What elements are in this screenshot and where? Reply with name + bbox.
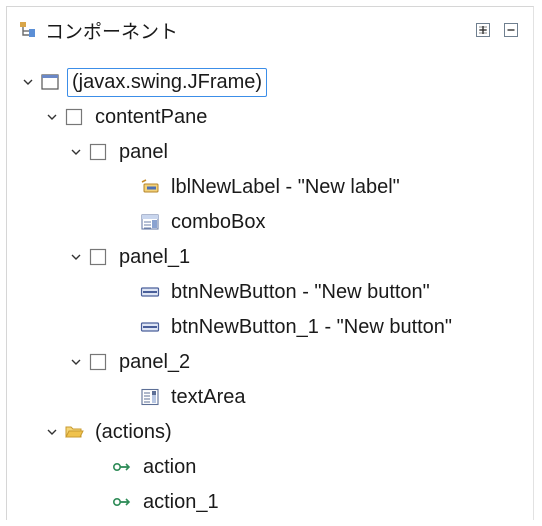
tree-node-label: action_1 — [143, 490, 219, 513]
component-tree-icon — [20, 22, 35, 37]
tree-node-label: panel_2 — [119, 350, 191, 373]
chevron-down-icon[interactable] — [41, 421, 63, 443]
chevron-down-icon[interactable] — [65, 351, 87, 373]
panel-icon — [87, 351, 109, 373]
tree-node-combobox[interactable]: comboBox — [139, 205, 270, 239]
tree-node-label: panel_1 — [119, 245, 191, 268]
tree-node-label: (javax.swing.JFrame) — [67, 67, 268, 97]
action-icon — [111, 491, 133, 513]
tree-node-textarea[interactable]: textArea — [139, 380, 249, 414]
collapse-all-icon[interactable] — [503, 22, 519, 38]
button-icon — [139, 281, 161, 303]
tree-node-panel-1[interactable]: panel_1 — [65, 240, 194, 274]
panel-icon — [63, 106, 85, 128]
chevron-down-icon[interactable] — [17, 71, 39, 93]
components-panel: コンポーネント (javax.swing.JFrame) contentPane… — [6, 6, 534, 520]
tree-node-btnnewbutton[interactable]: btnNewButton - "New button" — [139, 275, 434, 309]
tree-node-label: textArea — [171, 385, 246, 408]
tree-node-contentpane[interactable]: contentPane — [41, 100, 211, 134]
tree-node-label: btnNewButton - "New button" — [171, 280, 430, 303]
tree-node-action[interactable]: action — [111, 450, 200, 484]
tree-node-btnnewbutton-1[interactable]: btnNewButton_1 - "New button" — [139, 310, 456, 344]
tree-node-jframe[interactable]: (javax.swing.JFrame) — [17, 65, 268, 99]
tree-node-action-1[interactable]: action_1 — [111, 485, 223, 519]
panel-header: コンポーネント — [7, 7, 533, 51]
panel-icon — [87, 141, 109, 163]
panel-icon — [87, 246, 109, 268]
folder-open-icon — [63, 421, 85, 443]
tree-node-panel-2[interactable]: panel_2 — [65, 345, 194, 379]
tree-node-label: lblNewLabel - "New label" — [171, 175, 400, 198]
tree-node-label: comboBox — [171, 210, 266, 233]
tree-node-label: panel — [119, 140, 168, 163]
combobox-icon — [139, 211, 161, 233]
tree-node-label: action — [143, 455, 197, 478]
tree-node-label: contentPane — [95, 105, 208, 128]
tree-node-label: (actions) — [95, 420, 172, 443]
chevron-down-icon[interactable] — [41, 106, 63, 128]
chevron-down-icon[interactable] — [65, 141, 87, 163]
button-icon — [139, 316, 161, 338]
textarea-icon — [139, 386, 161, 408]
expand-all-icon[interactable] — [475, 22, 491, 38]
panel-title: コンポーネント — [45, 22, 179, 43]
frame-icon — [39, 71, 61, 93]
tree-node-label: btnNewButton_1 - "New button" — [171, 315, 453, 338]
chevron-down-icon[interactable] — [65, 246, 87, 268]
action-icon — [111, 456, 133, 478]
tree-node-lblnewlabel[interactable]: lblNewLabel - "New label" — [139, 170, 404, 204]
tree-node-panel[interactable]: panel — [65, 135, 172, 169]
label-icon — [139, 176, 161, 198]
tree-node-actions[interactable]: (actions) — [41, 415, 176, 449]
